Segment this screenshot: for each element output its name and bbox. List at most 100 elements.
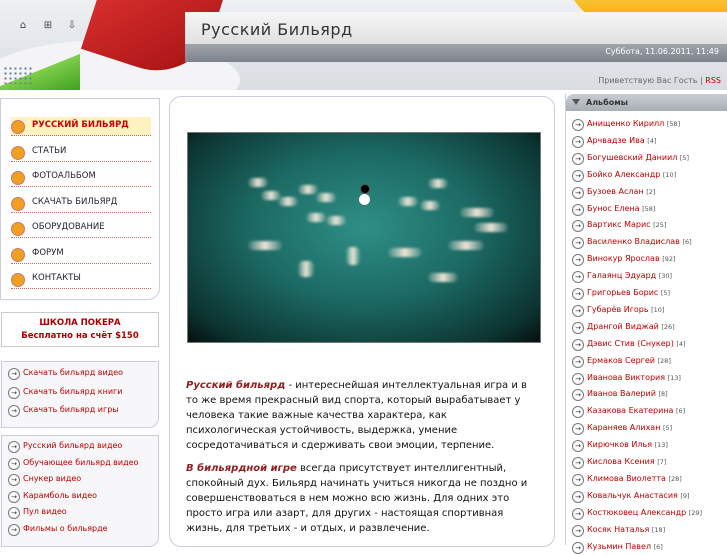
album-item[interactable]: → Косяк Наталья [18] (572, 524, 727, 538)
album-item[interactable]: → Дрангой Виджай [26] (572, 321, 727, 335)
album-title: Винокур Ярослав (587, 254, 660, 264)
link-text: Скачать бильярд видео (23, 368, 124, 377)
album-name: Ермаков Сергей [28] (587, 356, 671, 365)
album-count: [28] (657, 356, 671, 365)
album-item[interactable]: → Галаянц Эдуард [30] (572, 270, 727, 284)
arrow-icon: → (572, 254, 584, 267)
album-item[interactable]: → Василенко Владислав [6] (572, 236, 727, 250)
home-icon[interactable]: ⌂ (18, 21, 28, 31)
album-title: Вартикс Марис (587, 220, 651, 230)
album-title: Дрангой Виджай (587, 321, 659, 331)
album-item[interactable]: → Климова Виолетта [28] (572, 473, 727, 487)
arrow-icon: → (572, 338, 584, 351)
downloads-box: → Скачать бильярд видео → Скачать бильярд к… (1, 361, 159, 428)
album-name: Винокур Ярослав [92] (587, 254, 676, 263)
album-item[interactable]: → Казакова Екатерина [6] (572, 405, 727, 419)
album-item[interactable]: → Дэвис Стив (Снукер) [4] (572, 338, 727, 352)
arrow-icon: → (572, 507, 584, 520)
arrow-icon: → (572, 135, 584, 148)
menu-item[interactable]: РУССКИЙ БИЛЬЯРД (11, 117, 151, 136)
album-title: Василенко Владислав (587, 237, 680, 247)
album-title: Кирючков Илья (587, 440, 653, 450)
album-count: [5] (662, 424, 673, 433)
album-item[interactable]: → Губарёв Игорь [10] (572, 304, 727, 318)
link-text: Фильмы о бильярде (23, 523, 108, 533)
arrow-icon: → (8, 507, 20, 519)
menu-item-label: КОНТАКТЫ (32, 273, 81, 283)
album-item[interactable]: → Богушевский Даниил [5] (572, 152, 727, 166)
album-item[interactable]: → Иванова Виктория [13] (572, 372, 727, 386)
arrow-icon: → (572, 152, 584, 165)
arrow-icon: → (8, 523, 20, 536)
album-item[interactable]: → Вартикс Марис [25] (572, 219, 727, 233)
album-title: Арчвадзе Ива (587, 135, 645, 145)
album-name: Караняев Алихан [5] (587, 423, 672, 432)
album-item[interactable]: → Бузоев Аслан [2] (572, 186, 727, 200)
album-count: [6] (675, 407, 686, 416)
ball-blur (298, 261, 314, 277)
album-item[interactable]: → Арчвадзе Ива [4] (572, 135, 727, 149)
album-item[interactable]: → Григорьев Борис [5] (572, 287, 727, 301)
album-item[interactable]: → Анищенко Кирилл [58] (572, 118, 727, 132)
menu-bullet-icon (11, 247, 25, 262)
albums-header: Альбомы (566, 94, 727, 111)
album-item[interactable]: → Кузьмин Павел [6] (572, 541, 727, 555)
album-title: Бунос Елена (587, 203, 640, 213)
album-item[interactable]: → Караняев Алихан [5] (572, 422, 727, 436)
main-menu: РУССКИЙ БИЛЬЯРД СТАТЬИ ФОТОАЛЬБОМ СКАЧАТЬ Б… (0, 98, 160, 300)
menu-item[interactable]: ФОРУМ (11, 245, 151, 264)
album-title: Дэвис Стив (Снукер) (587, 338, 674, 348)
arrow-icon: → (572, 355, 584, 368)
album-item[interactable]: → Винокур Ярослав [92] (572, 253, 727, 267)
album-item[interactable]: → Ермаков Сергей [28] (572, 355, 727, 369)
collapse-arrow-icon[interactable] (572, 99, 580, 105)
poker-school-promo[interactable]: ШКОЛА ПОКЕРА Бесплатно на счёт $150 (1, 312, 159, 347)
dots-decoration (3, 66, 33, 84)
album-item[interactable]: → Кислова Ксения [7] (572, 456, 727, 470)
album-item[interactable]: → Бойко Александр [10] (572, 169, 727, 183)
ball-blur (420, 201, 440, 210)
menu-item[interactable]: ОБОРУДОВАНИЕ (11, 219, 151, 238)
ball-blur (388, 248, 422, 257)
arrow-icon: → (572, 389, 584, 402)
menu-item[interactable]: ФОТОАЛЬБОМ (11, 168, 151, 187)
arrow-icon: → (8, 441, 20, 453)
menu-item[interactable]: КОНТАКТЫ (11, 270, 151, 289)
album-title: Иванова Виктория (587, 372, 666, 382)
album-item[interactable]: → Кирючков Илья [13] (572, 439, 727, 453)
cue-ball (359, 194, 370, 205)
link-text: Пул видео (23, 507, 67, 516)
album-name: Анищенко Кирилл [58] (587, 119, 680, 128)
album-item[interactable]: → Костюковец Александр [29] (572, 507, 727, 521)
arrow-icon: → (572, 457, 584, 469)
eight-ball (360, 184, 370, 194)
link-text: Русский бильярд видео (23, 441, 123, 450)
ball-blur (298, 185, 318, 194)
album-title: Григорьев Борис (587, 288, 659, 297)
menu-bullet-icon (11, 120, 25, 134)
album-title: Косяк Наталья (587, 524, 650, 534)
album-item[interactable]: → Бунос Елена [58] (572, 203, 727, 217)
bookmark-icon[interactable]: ⊞ (43, 21, 53, 31)
rss-link[interactable]: RSS (705, 76, 721, 85)
album-item[interactable]: → Ковальчук Анастасия [9] (572, 490, 727, 504)
album-item[interactable]: → Иванов Валерий [8] (572, 388, 727, 402)
promo-subtitle: Бесплатно на счёт $150 (21, 331, 139, 341)
ball-blur (248, 241, 282, 250)
login-icon[interactable]: ⇩ (67, 21, 77, 31)
album-name: Дэвис Стив (Снукер) [4] (587, 339, 686, 348)
link-text: Скачать бильярд игры (23, 405, 119, 414)
arrow-icon: → (8, 490, 20, 503)
album-count: [5] (660, 289, 671, 297)
menu-item[interactable]: СТАТЬИ (11, 143, 151, 162)
album-count: [6] (653, 542, 663, 551)
album-name: Вартикс Марис [25] (587, 220, 666, 229)
arrow-icon: → (572, 220, 584, 233)
arrow-icon: → (8, 405, 20, 417)
menu-item[interactable]: СКАЧАТЬ БИЛЬЯРД (11, 194, 151, 213)
menu-item-label: ОБОРУДОВАНИЕ (32, 222, 105, 232)
album-title: Анищенко Кирилл (587, 119, 665, 128)
arrow-icon: → (8, 457, 20, 470)
arrow-icon: → (572, 406, 584, 419)
album-count: [13] (654, 441, 668, 450)
